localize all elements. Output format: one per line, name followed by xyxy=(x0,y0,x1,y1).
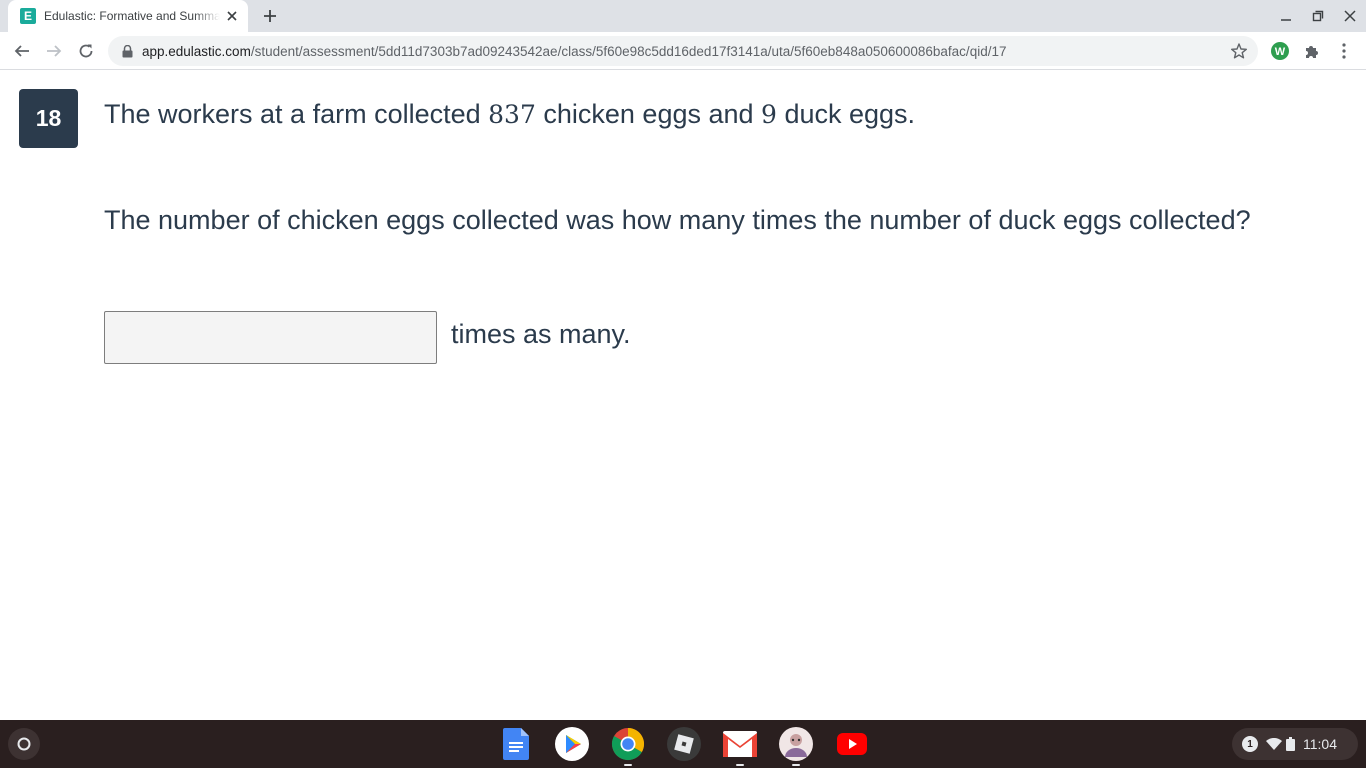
question-page: 18 The workers at a farm collected 837 c… xyxy=(0,71,1366,720)
reload-icon[interactable] xyxy=(72,37,100,65)
extension-letter: W xyxy=(1275,46,1286,58)
clock: 11:04 xyxy=(1303,736,1337,752)
play-store-icon[interactable] xyxy=(554,726,590,762)
minimize-icon[interactable] xyxy=(1270,0,1302,32)
os-shelf: 1 11:04 xyxy=(0,720,1366,768)
roblox-icon[interactable] xyxy=(666,726,702,762)
youtube-icon[interactable] xyxy=(834,726,870,762)
battery-icon xyxy=(1286,737,1295,751)
close-tab-icon[interactable] xyxy=(224,8,240,24)
puzzle-icon[interactable] xyxy=(1303,42,1321,60)
launcher-icon[interactable] xyxy=(8,728,40,760)
lock-icon[interactable] xyxy=(120,44,134,58)
question-stem: The workers at a farm collected 837 chic… xyxy=(104,99,915,130)
browser-toolbar: app.edulastic.com/student/assessment/5dd… xyxy=(0,32,1366,70)
running-indicator xyxy=(792,764,800,766)
restore-icon[interactable] xyxy=(1302,0,1334,32)
running-indicator xyxy=(624,764,632,766)
wifi-icon xyxy=(1266,738,1282,750)
chicken-eggs-count: 837 xyxy=(488,100,536,129)
address-bar[interactable]: app.edulastic.com/student/assessment/5dd… xyxy=(108,36,1258,66)
stem-text-3: duck eggs. xyxy=(776,99,916,129)
gmail-icon[interactable] xyxy=(722,726,758,766)
close-window-icon[interactable] xyxy=(1334,0,1366,32)
url-path: /student/assessment/5dd11d7303b7ad092435… xyxy=(250,43,1007,59)
star-icon[interactable] xyxy=(1230,42,1248,60)
url-text: app.edulastic.com/student/assessment/5dd… xyxy=(142,44,1006,59)
avatar-app-icon[interactable] xyxy=(778,726,814,766)
chrome-icon[interactable] xyxy=(610,726,646,766)
browser-tab[interactable]: E Edulastic: Formative and Summative Ass… xyxy=(8,0,248,32)
more-icon[interactable] xyxy=(1335,42,1353,60)
system-tray[interactable]: 1 11:04 xyxy=(1232,728,1358,760)
forward-icon[interactable] xyxy=(40,37,68,65)
notification-count[interactable]: 1 xyxy=(1242,736,1258,752)
duck-eggs-count: 9 xyxy=(761,100,777,129)
new-tab-icon[interactable] xyxy=(258,4,282,28)
stem-text-1: The workers at a farm collected xyxy=(104,99,489,129)
extension-w-icon[interactable]: W xyxy=(1271,42,1289,60)
answer-suffix: times as many. xyxy=(451,319,631,349)
google-docs-icon[interactable] xyxy=(498,726,534,762)
tab-strip: E Edulastic: Formative and Summative Ass… xyxy=(0,0,1366,32)
stem-text-2: chicken eggs and xyxy=(535,99,762,129)
question-number-badge: 18 xyxy=(19,89,78,148)
running-indicator xyxy=(736,764,744,766)
url-host: app.edulastic.com xyxy=(142,43,251,59)
question-prompt: The number of chicken eggs collected was… xyxy=(104,205,1251,235)
back-icon[interactable] xyxy=(8,37,36,65)
tab-title: Edulastic: Formative and Summative Asses… xyxy=(44,9,220,23)
answer-input[interactable] xyxy=(104,311,437,364)
edulastic-favicon-icon: E xyxy=(20,8,36,24)
